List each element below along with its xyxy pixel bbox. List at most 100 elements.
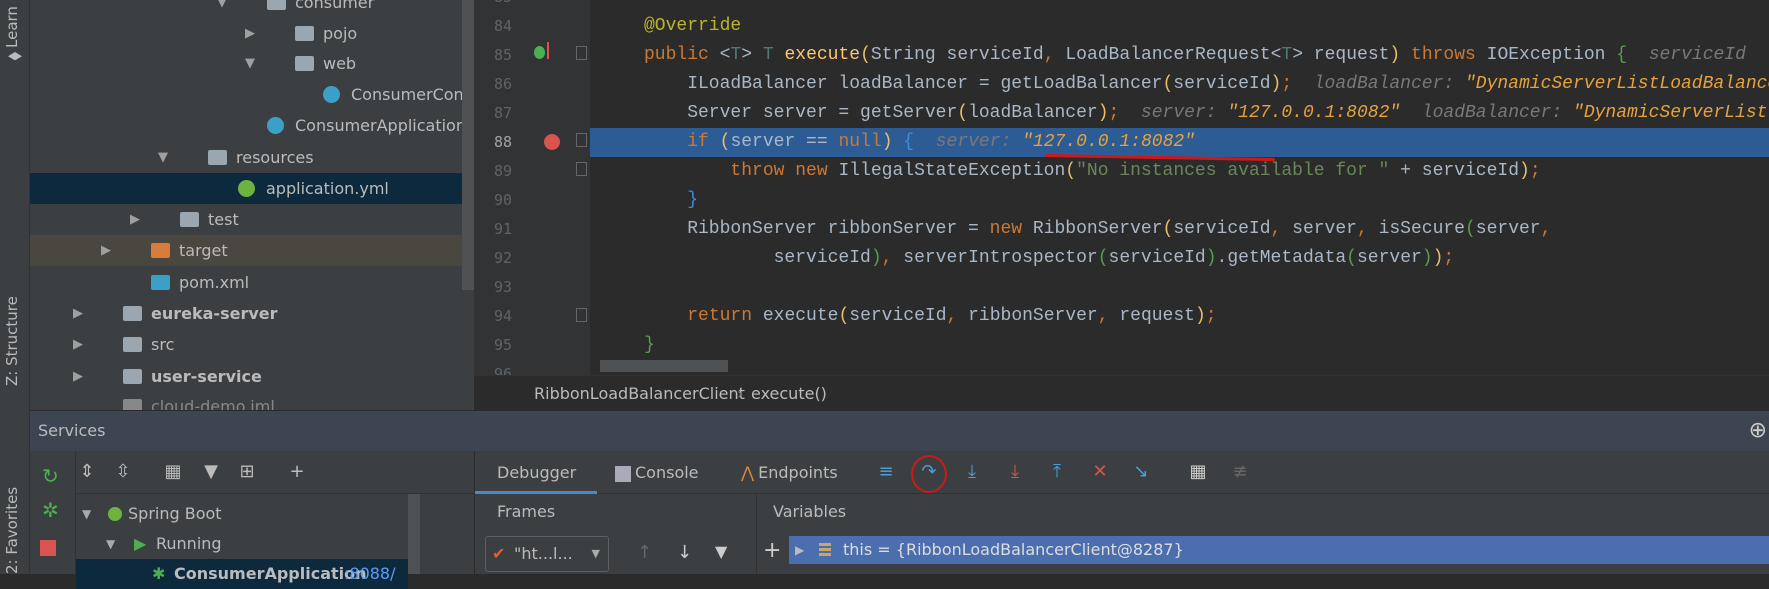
tree-item[interactable]: ▶ eureka-server [30,298,474,329]
editor-horizontal-scrollbar[interactable] [600,360,728,372]
project-tree-scrollbar[interactable] [462,0,474,290]
code-token: RibbonServer [1032,219,1163,239]
add-watch-icon[interactable]: + [763,538,781,563]
expand-all-icon[interactable]: ⇕ [76,461,98,483]
tree-item[interactable]: ▶ pojo [30,18,474,49]
filter-frames-icon[interactable]: ▼ [715,542,727,561]
breadcrumb-method[interactable]: execute() [751,376,827,412]
code-token: server: [914,132,1023,152]
code-line[interactable]: } [644,186,698,215]
variable-row[interactable]: ▶ this = {RibbonLoadBalancerClient@8287} [789,536,1769,564]
collapse-arrow-icon[interactable]: ▼ [245,48,255,79]
services-tree[interactable]: ▼ Spring Boot ▼ ▶ Running ✱ ConsumerAppl… [76,494,474,589]
debug-gear-icon[interactable]: ✲ [42,498,59,522]
tab-debugger[interactable]: Debugger [475,451,597,494]
project-tree[interactable]: ▼ consumer ▶ pojo ▼ web ConsumerControlle Consu… [30,0,474,410]
favorites-tab[interactable]: 2: Favorites [3,487,21,574]
code-line[interactable]: return execute(serviceId, ribbonServer, … [644,302,1216,331]
fold-icon [576,46,587,60]
tree-item[interactable]: ▼ consumer [30,0,474,18]
expand-arrow-icon[interactable]: ▼ [106,529,115,559]
code-token: + serviceId [1389,161,1519,181]
show-execution-point-icon[interactable]: ≡ [875,461,897,483]
tree-item-label: test [208,210,239,229]
line-number: 91 [494,220,513,238]
tree-item[interactable]: pom.xml [30,267,474,298]
tab-console[interactable]: Console [615,451,699,494]
tree-item[interactable]: ▼ resources [30,142,474,173]
services-tree-scrollbar[interactable] [408,494,420,574]
expand-arrow-icon[interactable]: ▶ [245,18,255,49]
collapse-arrow-icon[interactable]: ▼ [158,142,168,173]
stop-icon[interactable] [40,540,56,556]
code-line[interactable]: throw new IllegalStateException("No inst… [644,157,1540,186]
expand-arrow-icon[interactable]: ▶ [795,536,804,564]
expand-arrow-icon[interactable]: ▶ [73,298,83,329]
learn-tab[interactable]: Learn [3,6,21,48]
thread-selector[interactable]: ✔ "ht...l... ▼ [485,536,609,572]
expand-arrow-icon[interactable]: ▶ [73,361,83,392]
code-token: .getMetadata [1216,248,1347,268]
add-service-icon[interactable]: + [286,461,308,483]
package-folder-icon [267,0,286,10]
code-token: serviceId [1173,219,1271,239]
step-out-icon[interactable]: ⤒ [1046,461,1068,483]
force-step-into-icon[interactable]: ⤓ [1004,461,1026,483]
tab-endpoints[interactable]: ⋀ Endpoints [741,451,838,494]
structure-label: Z: Structure [3,296,21,386]
group-by-icon[interactable]: ▦ [162,461,184,483]
learn-label: Learn [3,6,21,48]
collapse-arrow-icon[interactable]: ▼ [217,0,227,18]
code-token: ) [1519,161,1530,181]
crosshair-icon[interactable]: ⊕ [1749,411,1767,451]
code-line[interactable]: serviceId), serverIntrospector(serviceId… [644,244,1455,273]
frame-down-icon[interactable]: ↓ [677,542,692,563]
code-editor[interactable]: 83 84 85 86 87 88 89 90 91 92 93 94 95 96 @Override pu… [474,0,1769,375]
code-token: ( [1162,219,1174,239]
breadcrumb-class[interactable]: RibbonLoadBalancerClient [534,376,745,412]
editor-gutter[interactable]: 83 84 85 86 87 88 89 90 91 92 93 94 95 96 [474,0,590,375]
collapse-all-icon[interactable]: ⇳ [112,461,134,483]
tree-item[interactable]: ConsumerApplication [30,110,474,141]
tree-item[interactable]: ▶ user-service [30,361,474,392]
code-line[interactable]: if (server == null) { server: "127.0.0.1… [644,128,1195,157]
code-token: ; [1443,248,1455,268]
port-link[interactable]: :8088/ [344,559,396,589]
tree-item[interactable]: cloud-demo.iml [30,391,474,410]
tree-item[interactable]: ▼ web [30,48,474,79]
tree-item-consumer-application[interactable]: ✱ ConsumerApplication :8088/ [76,559,408,589]
code-line[interactable]: @Override [644,12,741,41]
code-token: ILoadBalancer loadBalancer = getLoadBala… [644,74,1163,94]
code-line[interactable]: public <T> T execute(String serviceId, L… [644,41,1746,70]
tree-item[interactable]: application.yml [30,173,474,204]
filter-icon[interactable]: ▼ [200,461,222,483]
new-tab-icon[interactable]: ⊞ [236,461,258,483]
code-line[interactable]: } [644,331,655,360]
tree-item[interactable]: ▶ test [30,204,474,235]
tree-item[interactable]: ▶ src [30,329,474,360]
frames-label: Frames [497,502,556,521]
code-line[interactable]: Server server = getServer(loadBalancer);… [644,99,1767,128]
expand-arrow-icon[interactable]: ▶ [73,329,83,360]
tree-item[interactable]: ▶ target [30,235,474,266]
code-token: isSecure [1378,219,1465,239]
code-line[interactable]: ILoadBalancer loadBalancer = getLoadBala… [644,70,1769,99]
line-number: 87 [494,104,513,122]
trace-stream-icon[interactable]: ≢ [1229,461,1251,483]
expand-arrow-icon[interactable]: ▶ [130,204,140,235]
drop-frame-icon[interactable]: ✕ [1089,461,1111,483]
code-token: ) [881,132,904,152]
frame-up-icon[interactable]: ↑ [637,542,652,563]
expand-arrow-icon[interactable]: ▼ [82,499,91,529]
rerun-icon[interactable]: ↻ [42,464,59,488]
code-line[interactable]: RibbonServer ribbonServer = new RibbonSe… [644,215,1551,244]
evaluate-expression-icon[interactable]: ▦ [1187,461,1209,483]
tree-item[interactable]: ConsumerControlle [30,79,474,110]
run-to-cursor-icon[interactable]: ↘ [1130,461,1152,483]
step-into-icon[interactable]: ⤓ [961,461,983,483]
structure-tab[interactable]: Z: Structure [3,296,21,386]
expand-arrow-icon[interactable]: ▶ [101,235,111,266]
services-header: Services ⊕ [30,411,1769,451]
code-token: loadBalancer: [1292,74,1465,94]
